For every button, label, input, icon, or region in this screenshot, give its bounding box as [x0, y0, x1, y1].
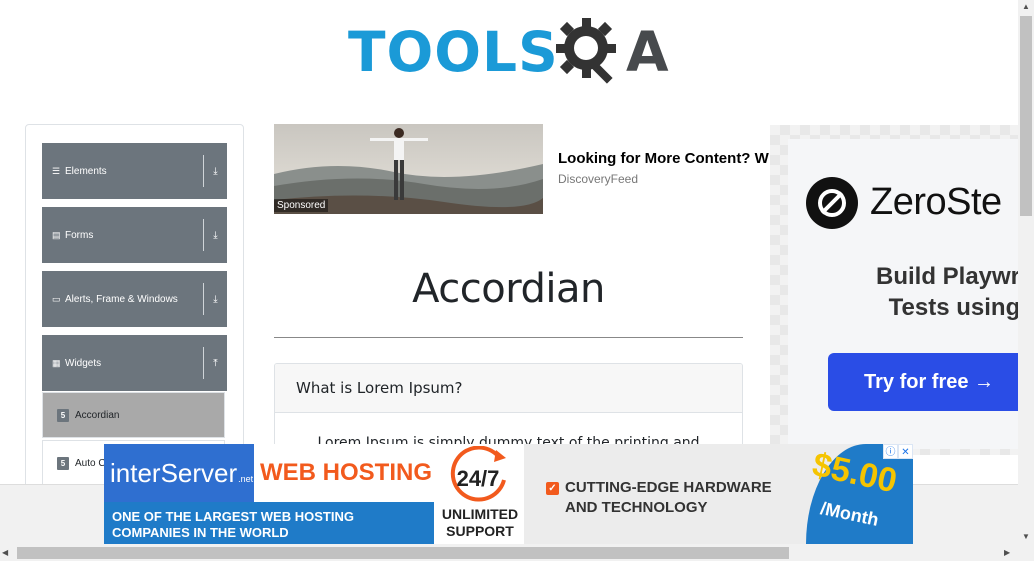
window-icon: ▭ — [52, 293, 61, 304]
close-icon[interactable]: ✕ — [898, 444, 913, 459]
collapse-arrow-icon: ⤒ — [213, 357, 218, 369]
html5-icon: 5 — [57, 408, 69, 422]
scrollbar-thumb[interactable] — [1020, 16, 1032, 216]
ad-support-text: UNLIMITED SUPPORT — [434, 502, 526, 544]
sponsored-label: Sponsored — [274, 199, 329, 212]
ad-price-badge: $5.00 /Month — [806, 444, 913, 544]
grid-icon: ▦ — [52, 357, 61, 368]
ad-right-panel: ✓ CUTTING-EDGE HARDWARE AND TECHNOLOGY $5… — [524, 444, 913, 544]
accordion-header[interactable]: What is Lorem Ipsum? — [275, 364, 742, 413]
scroll-left-arrow-icon[interactable]: ◀ — [2, 545, 16, 561]
ad-subheadline-line: COMPANIES IN THE WORLD — [112, 525, 289, 540]
gear-magnifier-icon — [556, 18, 616, 84]
scrollbar-thumb[interactable] — [17, 547, 789, 559]
menu-group-label: Alerts, Frame & Windows — [65, 293, 178, 305]
ad-feature: ✓ CUTTING-EDGE HARDWARE AND TECHNOLOGY — [546, 478, 806, 518]
menu-group-alerts[interactable]: ▭ Alerts, Frame & Windows ⤓ — [42, 271, 227, 327]
form-icon: ▤ — [52, 229, 61, 240]
expand-arrow-icon: ⤓ — [213, 165, 218, 177]
scroll-up-arrow-icon[interactable]: ▲ — [1018, 0, 1034, 14]
html5-icon: 5 — [57, 456, 69, 470]
menu-group-label: Widgets — [65, 357, 102, 369]
ad-tagline: Build Playwrigh Tests using A — [836, 261, 1018, 323]
ad-support-line: SUPPORT — [446, 523, 514, 539]
badge-text: 24/7 — [457, 466, 500, 491]
ad-tagline-line: Build Playwrigh — [875, 263, 1018, 290]
ad-support-line: UNLIMITED — [441, 506, 519, 522]
menu-group-label: Elements — [65, 165, 107, 177]
interserver-logo: interServer .net — [104, 444, 254, 502]
zerostep-logo-icon — [806, 177, 858, 229]
expand-arrow-icon: ⤓ — [213, 293, 218, 305]
right-advertisement[interactable]: ZeroSte Build Playwrigh Tests using A Tr… — [770, 125, 1018, 455]
ad-tagline-line: Tests using A — [888, 294, 1018, 321]
logo-tools-text: TOOLS — [348, 20, 559, 84]
checkbox-icon: ✓ — [546, 482, 559, 495]
info-icon[interactable]: ⓘ — [883, 444, 898, 459]
divider — [203, 283, 204, 315]
horizontal-scrollbar[interactable]: ◀ ▶ — [0, 545, 1034, 561]
title-divider — [274, 337, 743, 338]
try-for-free-button[interactable]: Try for free → — [828, 353, 1018, 411]
divider — [203, 347, 204, 379]
divider — [203, 155, 204, 187]
menu-item-label: Auto C — [75, 457, 106, 469]
menu-group-label: Forms — [65, 229, 94, 241]
page-title: Accordian — [412, 266, 605, 312]
menu-group-forms[interactable]: ▤ Forms ⤓ — [42, 207, 227, 263]
sponsored-title-link[interactable]: Looking for More Content? W — [558, 150, 772, 167]
bottom-advertisement[interactable]: interServer .net WEB HOSTING ONE OF THE … — [104, 444, 913, 544]
toolsqa-logo[interactable]: TOOLS A — [348, 16, 672, 90]
sponsored-source: DiscoveryFeed — [558, 172, 639, 186]
expand-arrow-icon: ⤓ — [213, 229, 218, 241]
ad-brand: ZeroSte — [870, 181, 1002, 223]
ad-subheadline-line: ONE OF THE LARGEST WEB HOSTING — [112, 509, 354, 524]
ad-feature-line: AND TECHNOLOGY — [565, 499, 708, 516]
ad-headline: WEB HOSTING — [254, 444, 444, 502]
ad-choices: ⓘ ✕ — [883, 444, 913, 459]
menu-item-accordian[interactable]: 5 Accordian — [42, 392, 225, 438]
clock-247-icon: 24/7 — [450, 446, 506, 502]
ad-feature-line: CUTTING-EDGE HARDWARE — [565, 479, 772, 496]
scroll-down-arrow-icon[interactable]: ▼ — [1018, 530, 1034, 544]
vertical-scrollbar[interactable]: ▲ ▼ — [1018, 0, 1034, 545]
logo-a-text: A — [626, 20, 669, 84]
divider — [203, 219, 204, 251]
menu-item-label: Accordian — [75, 409, 120, 421]
ad-brand-suffix: .net — [238, 474, 254, 484]
hamburger-icon: ☰ — [52, 165, 61, 176]
ad-subheadline: ONE OF THE LARGEST WEB HOSTING COMPANIES… — [104, 502, 434, 544]
menu-group-widgets[interactable]: ▦ Widgets ⤒ — [42, 335, 227, 391]
menu-group-elements[interactable]: ☰ Elements ⤓ — [42, 143, 227, 199]
ad-left-panel: interServer .net WEB HOSTING ONE OF THE … — [104, 444, 524, 544]
ad-brand-name: interServer — [110, 457, 238, 488]
ad-price-period: /Month — [818, 498, 881, 530]
scroll-right-arrow-icon[interactable]: ▶ — [1004, 545, 1018, 561]
